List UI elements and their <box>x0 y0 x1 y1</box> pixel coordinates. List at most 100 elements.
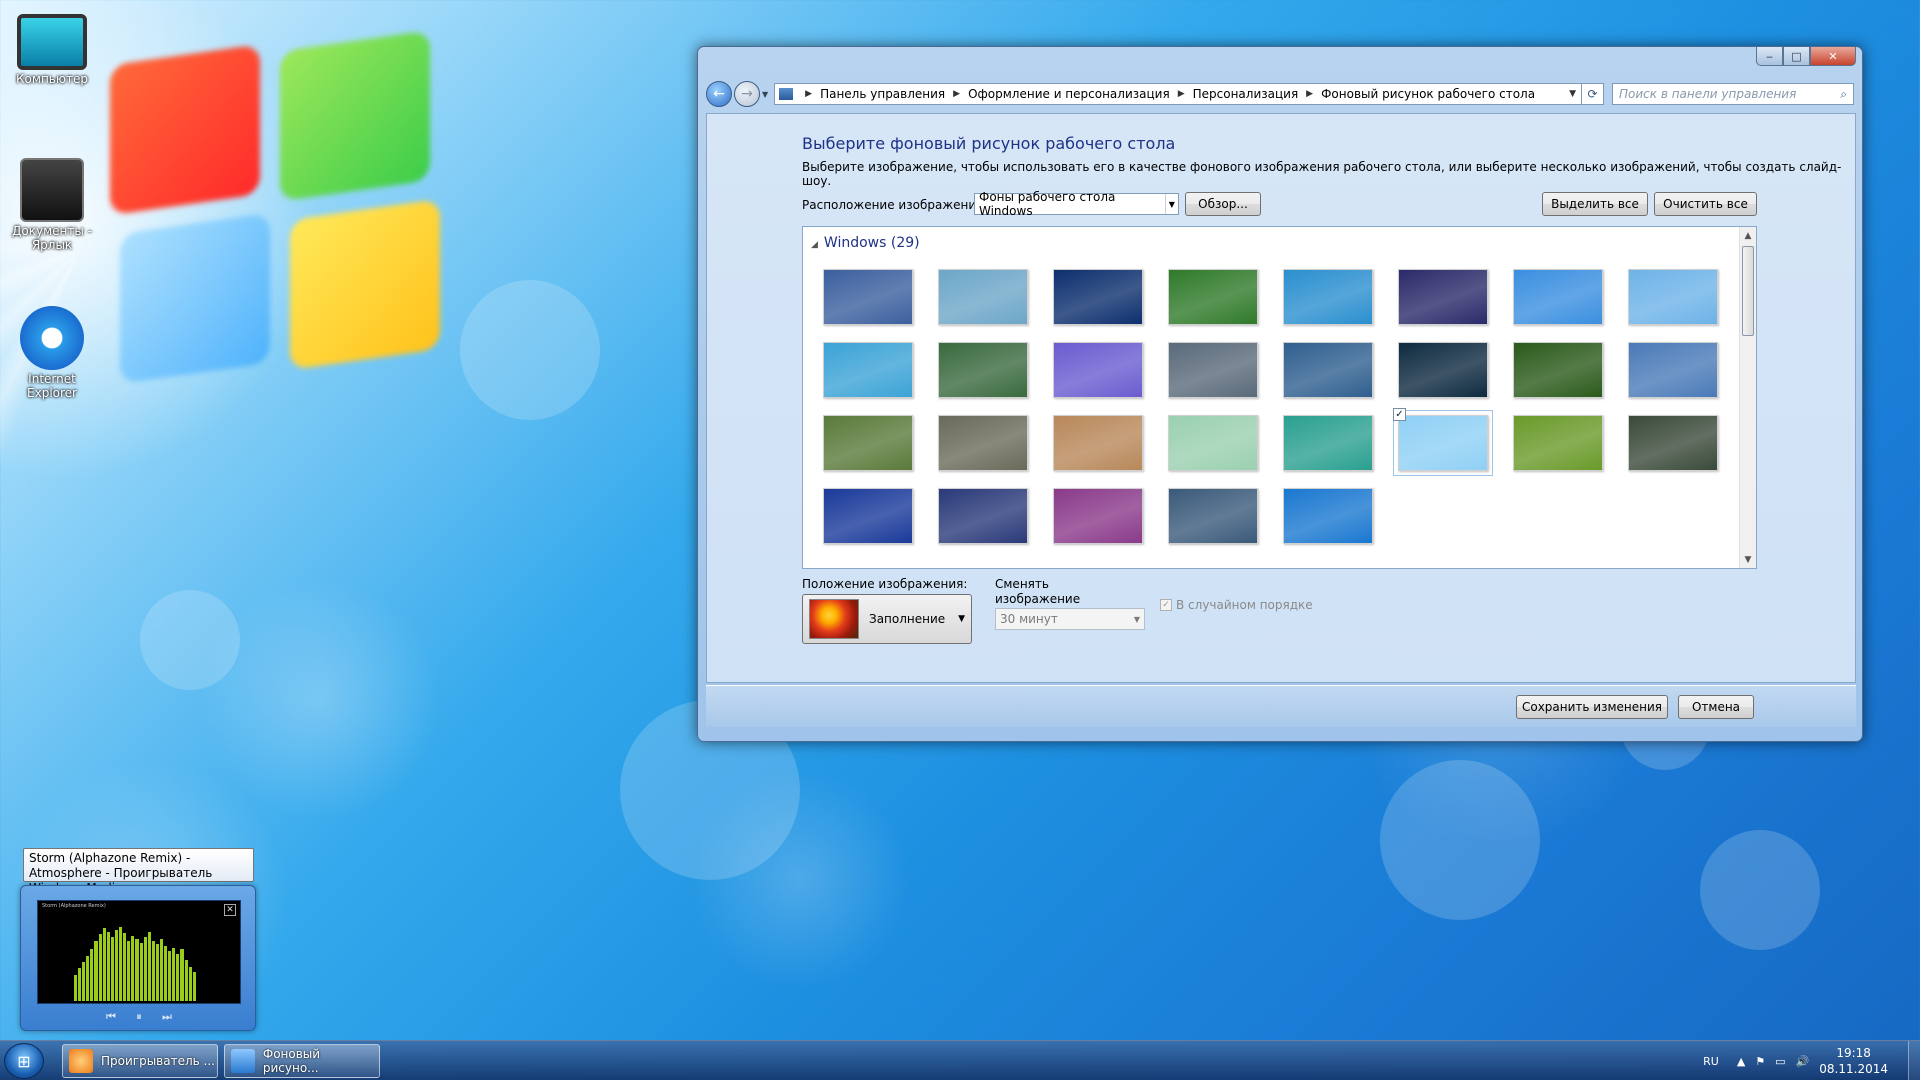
wallpaper-thumbnail[interactable] <box>1168 342 1258 398</box>
picture-location-label: Расположение изображения: <box>802 198 988 212</box>
media-player-tooltip: Storm (Alphazone Remix) - Atmosphere - П… <box>23 848 254 895</box>
show-hidden-icons-icon[interactable]: ▲ <box>1737 1055 1745 1068</box>
back-button[interactable]: ← <box>706 81 732 107</box>
breadcrumb-personalization[interactable]: Персонализация <box>1193 87 1299 101</box>
wallpaper-thumbnail[interactable] <box>823 342 913 398</box>
visualizer-bar <box>176 953 180 1001</box>
computer-icon <box>17 14 87 70</box>
position-preview-icon <box>809 599 859 639</box>
address-dropdown-icon[interactable]: ▼ <box>1564 89 1581 99</box>
wallpaper-thumbnail[interactable] <box>938 488 1028 544</box>
breadcrumb-control-panel[interactable]: Панель управления <box>820 87 945 101</box>
breadcrumb-appearance[interactable]: Оформление и персонализация <box>968 87 1170 101</box>
collapse-triangle-icon[interactable]: ◢ <box>811 240 818 250</box>
scrollbar-thumb[interactable] <box>1742 246 1754 336</box>
address-bar[interactable]: ▶ Панель управления ▶ Оформление и персо… <box>774 83 1582 105</box>
browse-button[interactable]: Обзор... <box>1185 192 1261 216</box>
save-changes-button[interactable]: Сохранить изменения <box>1516 695 1668 719</box>
search-icon[interactable]: ⌕ <box>1840 87 1847 102</box>
wallpaper-thumbnail[interactable] <box>1053 415 1143 471</box>
wallpaper-thumbnail[interactable] <box>1053 488 1143 544</box>
refresh-icon: ⟳ <box>1587 87 1598 101</box>
show-desktop-button[interactable] <box>1908 1041 1920 1080</box>
navigation-bar: ← → ▼ ▶ Панель управления ▶ Оформление и… <box>706 81 1854 107</box>
visualizer-bar <box>155 944 159 1001</box>
history-dropdown-icon[interactable]: ▼ <box>762 90 768 99</box>
wallpaper-thumbnail[interactable] <box>1628 269 1718 325</box>
wallpaper-thumbnail[interactable] <box>1513 415 1603 471</box>
wallpaper-thumbnail[interactable] <box>1283 415 1373 471</box>
shuffle-checkbox[interactable]: ✓ <box>1160 599 1172 611</box>
wallpaper-thumbnail[interactable] <box>1053 269 1143 325</box>
desktop-icon-documents[interactable]: Документы - Ярлык <box>4 158 100 252</box>
wallpaper-thumbnail[interactable] <box>1283 342 1373 398</box>
volume-icon[interactable]: 🔊 <box>1796 1055 1810 1068</box>
select-all-button[interactable]: Выделить все <box>1542 192 1648 216</box>
shuffle-option[interactable]: ✓ В случайном порядке <box>1160 598 1313 612</box>
scroll-down-icon[interactable]: ▼ <box>1740 551 1756 568</box>
network-icon[interactable]: ▭ <box>1775 1055 1785 1068</box>
wallpaper-thumbnail[interactable] <box>1398 269 1488 325</box>
visualizer-bar <box>143 937 147 1001</box>
wallpaper-thumbnail[interactable] <box>1053 342 1143 398</box>
thumbnail-checkbox[interactable]: ✓ <box>1393 408 1406 421</box>
wallpaper-thumbnail[interactable] <box>823 488 913 544</box>
visualizer-bar <box>180 949 184 1001</box>
windows-logo-icon: ⊞ <box>17 1051 31 1071</box>
clear-all-button[interactable]: Очистить все <box>1654 192 1757 216</box>
desktop-icon-internet-explorer[interactable]: Internet Explorer <box>4 306 100 400</box>
clock[interactable]: 19:18 08.11.2014 <box>1819 1045 1888 1077</box>
wallpaper-thumbnail[interactable] <box>1628 342 1718 398</box>
picture-position-select[interactable]: Заполнение ▼ <box>802 594 972 644</box>
picture-location-select[interactable]: Фоны рабочего стола Windows ▼ <box>974 190 1179 218</box>
wallpaper-thumbnail[interactable] <box>1168 269 1258 325</box>
maximize-button[interactable]: □ <box>1783 47 1810 66</box>
group-header[interactable]: ◢ Windows (29) <box>811 235 920 251</box>
wallpaper-thumbnail[interactable] <box>823 269 913 325</box>
close-preview-icon[interactable]: ✕ <box>224 904 236 916</box>
taskbar-button-label: Фоновый рисуно... <box>262 1047 321 1075</box>
wallpaper-thumbnail[interactable] <box>938 415 1028 471</box>
cancel-button[interactable]: Отмена <box>1678 695 1754 719</box>
taskbar: ⊞ Проигрыватель ... Фоновый рисуно... RU… <box>0 1040 1920 1080</box>
wallpaper-thumbnail[interactable] <box>1513 269 1603 325</box>
next-track-icon[interactable]: ⏭ <box>157 1010 177 1026</box>
visualizer-bar <box>168 951 172 1001</box>
wallpaper-bokeh <box>460 280 600 420</box>
taskbar-button-desktop-background[interactable]: Фоновый рисуно... <box>224 1044 380 1078</box>
wallpaper-thumbnail[interactable] <box>823 415 913 471</box>
wallpaper-thumbnail[interactable] <box>1168 488 1258 544</box>
previous-track-icon[interactable]: ⏮ <box>101 1010 121 1026</box>
refresh-button[interactable]: ⟳ <box>1582 83 1604 105</box>
minimize-button[interactable]: ‒ <box>1756 47 1783 66</box>
search-input[interactable]: Поиск в панели управления ⌕ <box>1612 83 1854 105</box>
wallpaper-thumbnail[interactable] <box>1283 488 1373 544</box>
breadcrumb-desktop-background[interactable]: Фоновый рисунок рабочего стола <box>1321 87 1535 101</box>
close-button[interactable]: ✕ <box>1810 47 1856 66</box>
scroll-up-icon[interactable]: ▲ <box>1740 227 1756 244</box>
start-button[interactable]: ⊞ <box>4 1043 44 1079</box>
wallpaper-thumbnail[interactable] <box>1283 269 1373 325</box>
pause-icon[interactable]: ⏸ <box>129 1010 149 1026</box>
taskbar-button-media-player[interactable]: Проигрыватель ... <box>62 1044 218 1078</box>
desktop-icon-computer[interactable]: Компьютер <box>4 14 100 86</box>
arrow-left-icon: ← <box>713 86 725 102</box>
action-center-flag-icon[interactable]: ⚑ <box>1755 1055 1765 1068</box>
wallpaper-thumbnail[interactable] <box>1628 415 1718 471</box>
visualizer-bar <box>139 942 143 1001</box>
content-pane: Выберите фоновый рисунок рабочего стола … <box>706 113 1856 683</box>
picture-location-value: Фоны рабочего стола Windows <box>979 190 1116 218</box>
media-player-preview[interactable]: Storm (Alphazone Remix) ✕ ⏮ ⏸ ⏭ <box>20 885 256 1031</box>
wallpaper-thumbnail[interactable] <box>938 269 1028 325</box>
forward-button[interactable]: → <box>734 81 760 107</box>
language-indicator[interactable]: RU <box>1703 1055 1719 1068</box>
visualizer-bar <box>188 966 192 1001</box>
vertical-scrollbar[interactable]: ▲ ▼ <box>1739 227 1756 568</box>
wallpaper-thumbnail[interactable]: ✓ <box>1393 408 1493 476</box>
change-interval-select[interactable]: 30 минут ▼ <box>995 608 1145 630</box>
wallpaper-thumbnail[interactable] <box>938 342 1028 398</box>
desktop-icon-label: Документы - Ярлык <box>12 224 92 252</box>
wallpaper-thumbnail[interactable] <box>1398 342 1488 398</box>
wallpaper-thumbnail[interactable] <box>1513 342 1603 398</box>
wallpaper-thumbnail[interactable] <box>1168 415 1258 471</box>
